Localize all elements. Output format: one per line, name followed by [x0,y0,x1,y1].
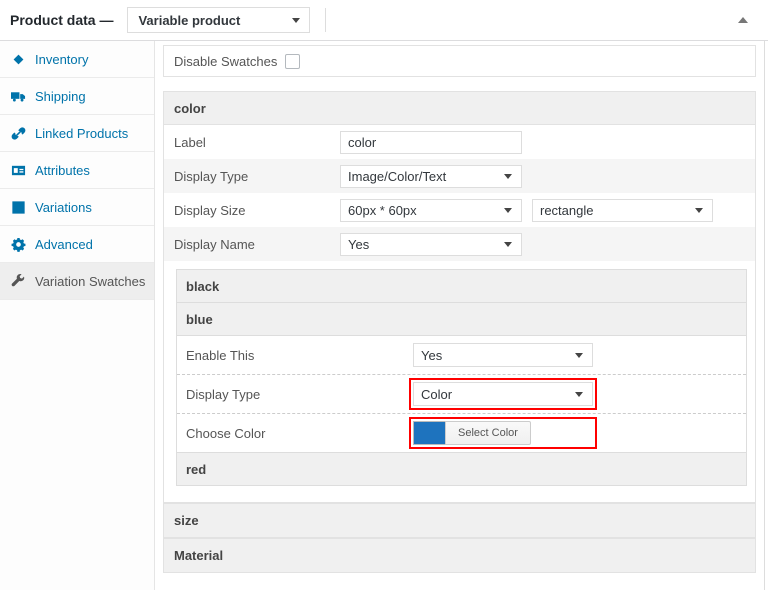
term-row-choose-color: Choose Color Select Color [177,414,746,452]
attribute-section-color: color Label Display Type Image/Color/Tex… [163,91,756,503]
field-label: Display Name [174,236,255,252]
sidebar-item-label: Variations [35,199,92,215]
accordion-header-material[interactable]: Material [164,539,755,572]
header-divider [325,8,327,32]
display-size-select[interactable]: 60px * 60px [340,198,522,222]
sidebar-item-advanced[interactable]: Advanced [0,226,154,263]
field-label: Display Type [174,168,249,184]
field-label: Choose Color [186,425,266,441]
attributes-icon [11,163,26,178]
attribute-section-material: Material [163,538,756,573]
color-picker-widget: Select Color [413,421,593,445]
dropdown-arrow-icon [292,18,301,23]
sidebar-item-label: Attributes [35,162,90,178]
field-row-display-size: Display Size 60px * 60px rectangle [164,193,755,227]
sidebar-item-shipping[interactable]: Shipping [0,78,154,115]
advanced-icon [11,237,26,252]
disable-swatches-label: Disable Swatches [174,53,278,69]
dropdown-arrow-icon [575,392,583,397]
variations-icon [11,200,26,215]
select-color-button[interactable]: Select Color [445,421,531,445]
sidebar-item-label: Shipping [35,88,86,104]
shipping-icon [11,89,26,104]
field-label: Enable This [186,347,255,363]
sidebar-item-label: Advanced [35,236,93,252]
sidebar-item-attributes[interactable]: Attributes [0,152,154,189]
display-type-select[interactable]: Image/Color/Text [340,164,522,188]
select-value: Color [421,386,453,402]
select-value: 60px * 60px [348,202,417,218]
sidebar-item-label: Linked Products [35,125,129,141]
accordion-header-color[interactable]: color [164,92,755,125]
dropdown-arrow-icon [504,208,512,213]
dropdown-arrow-icon [575,353,583,358]
highlight-box: Color [409,378,597,410]
product-type-value: Variable product [138,12,241,28]
attribute-section-size: size [163,503,756,538]
metabox-header: Product data — Variable product [0,0,768,41]
color-swatch[interactable] [413,421,445,445]
select-spacer: Yes [409,339,597,371]
sidebar-item-variation-swatches[interactable]: Variation Swatches [0,263,154,300]
term-header-black[interactable]: black [177,270,746,303]
disable-swatches-checkbox[interactable] [285,53,301,69]
sidebar-item-label: Inventory [35,51,89,67]
term-row-display-type: Display Type Color [177,375,746,414]
sidebar-item-variations[interactable]: Variations [0,189,154,226]
product-type-select[interactable]: Variable product [127,7,311,33]
display-name-select[interactable]: Yes [340,232,522,256]
product-data-tabs: Inventory Shipping Linked Products Attri… [0,41,155,590]
select-value: Yes [348,236,370,252]
sidebar-item-linked-products[interactable]: Linked Products [0,115,154,152]
metabox-frame: Inventory Shipping Linked Products Attri… [0,41,765,590]
field-label: Display Type [186,386,261,402]
term-display-type-select[interactable]: Color [413,382,593,406]
term-header-red[interactable]: red [177,452,746,485]
metabox-body: Inventory Shipping Linked Products Attri… [0,41,764,590]
dropdown-arrow-icon [504,242,512,247]
term-row-enable-this: Enable This Yes [177,336,746,375]
field-label: Label [174,134,206,150]
field-row-label: Label [164,125,755,159]
variation-swatches-panel: Disable Swatches color Label Display Typ… [155,41,764,590]
dropdown-arrow-icon [504,174,512,179]
wrench-icon [11,273,26,289]
select-value: Image/Color/Text [348,168,447,184]
panel-title: Product data — [10,12,114,28]
field-row-display-name: Display Name Yes [164,227,755,261]
display-shape-select[interactable]: rectangle [532,198,713,222]
product-data-metabox: Product data — Variable product Inventor… [0,0,768,590]
select-value: rectangle [540,202,594,218]
dropdown-arrow-icon [695,208,703,213]
label-input[interactable] [340,130,522,154]
disable-swatches-row: Disable Swatches [163,45,756,77]
enable-this-select[interactable]: Yes [413,343,593,367]
term-header-blue[interactable]: blue [177,303,746,336]
sidebar-item-inventory[interactable]: Inventory [0,41,154,78]
field-label: Display Size [174,202,246,218]
select-value: Yes [421,347,443,363]
highlight-box: Select Color [409,417,597,449]
sidebar-item-label: Variation Swatches [35,273,146,289]
collapse-panel-icon[interactable] [738,17,748,23]
inventory-icon [11,52,26,67]
accordion-header-size[interactable]: size [164,504,755,537]
color-terms-accordion: black blue Enable This Yes Display Type [176,269,747,486]
linked-products-icon [11,126,26,141]
field-row-display-type: Display Type Image/Color/Text [164,159,755,193]
